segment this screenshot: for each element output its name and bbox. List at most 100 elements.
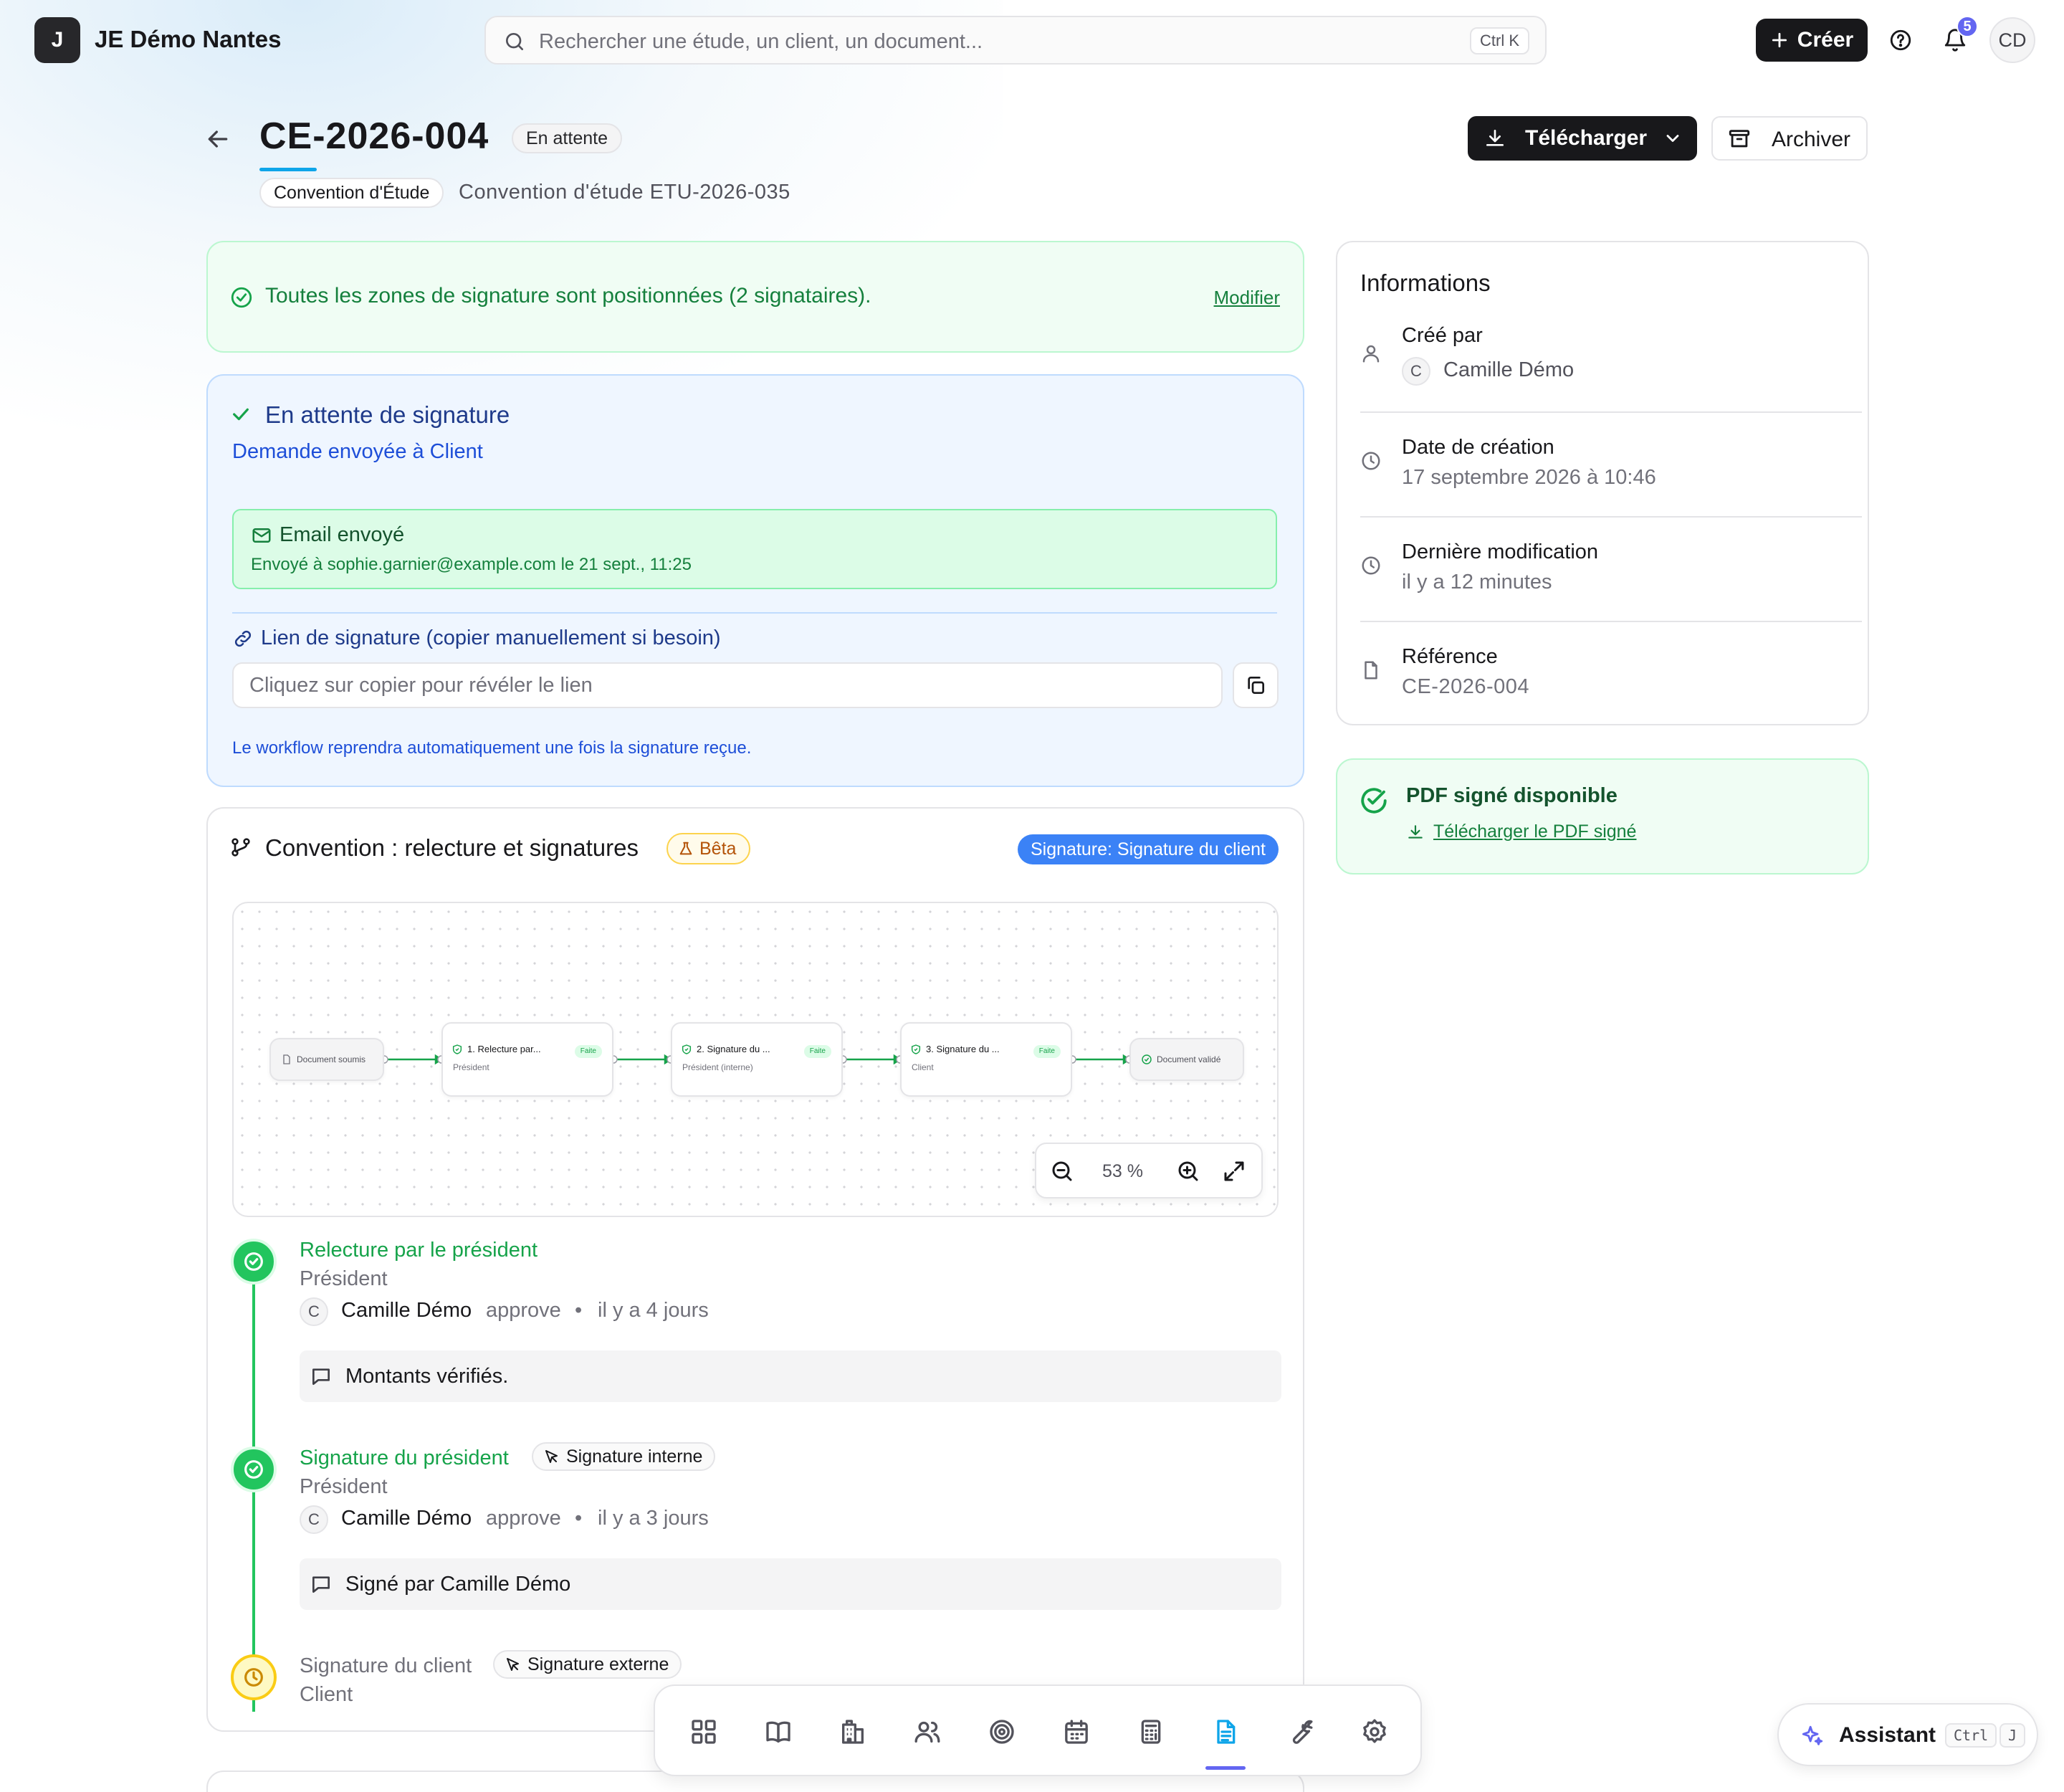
users-icon[interactable] — [907, 1712, 947, 1752]
signed-pdf-title: PDF signé disponible — [1406, 784, 1618, 807]
search-input[interactable]: Rechercher une étude, un client, un docu… — [484, 16, 1547, 65]
step-comment: Signé par Camille Démo — [300, 1558, 1281, 1610]
workflow-canvas[interactable]: Document soumis 1. Relecture par... Prés… — [232, 902, 1279, 1217]
pending-subtitle: Demande envoyée à Client — [232, 440, 483, 463]
git-branch-icon — [229, 836, 252, 859]
download-button[interactable]: Télécharger — [1468, 116, 1697, 161]
title-underline — [259, 168, 317, 171]
copy-button[interactable] — [1233, 662, 1279, 708]
page-title: CE-2026-004 — [259, 115, 489, 157]
created-by-value: Camille Démo — [1443, 358, 1575, 381]
download-signed-pdf-link[interactable]: Télécharger le PDF signé — [1433, 821, 1636, 842]
step-action: approve — [486, 1507, 561, 1530]
assistant-button[interactable]: Assistant Ctrl J — [1777, 1703, 2038, 1766]
search-shortcut: Ctrl K — [1470, 27, 1529, 54]
building-icon[interactable] — [833, 1712, 873, 1752]
info-card: Informations Créé par C Camille Démo Dat… — [1336, 241, 1869, 725]
flow-node-client-signature[interactable]: 3. Signature du ... Client Faite — [900, 1022, 1072, 1097]
clock-icon — [242, 1666, 265, 1689]
download-icon — [1484, 127, 1506, 150]
status-badge: En attente — [512, 123, 622, 153]
mail-icon — [251, 525, 272, 546]
back-button[interactable] — [204, 125, 232, 153]
email-detail: Envoyé à sophie.garnier@example.com le 2… — [251, 555, 692, 574]
step-action: approve — [486, 1299, 561, 1322]
signature-link-field[interactable]: Cliquez sur copier pour révéler le lien — [232, 662, 1223, 708]
signature-type-label: Signature interne — [566, 1447, 703, 1467]
step-actor: Camille Démo — [341, 1507, 472, 1530]
step-title: Signature du client — [300, 1654, 472, 1677]
check-circle-icon — [1141, 1054, 1152, 1065]
chevron-down-icon — [1663, 128, 1683, 148]
flask-icon — [678, 841, 694, 857]
created-by-label: Créé par — [1402, 324, 1483, 347]
shortcut-key: J — [2000, 1723, 2026, 1748]
step-done-indicator — [231, 1447, 277, 1492]
sparkles-icon — [1800, 1724, 1825, 1748]
settings-icon[interactable] — [1354, 1712, 1395, 1752]
document-icon[interactable] — [1205, 1712, 1246, 1752]
step-role: Président — [300, 1475, 388, 1498]
modify-link[interactable]: Modifier — [1214, 287, 1280, 309]
dashboard-icon[interactable] — [684, 1712, 724, 1752]
flow-node-title: Document soumis — [297, 1054, 366, 1064]
step-time: il y a 4 jours — [598, 1299, 709, 1322]
clock-icon — [1360, 555, 1382, 576]
archive-button[interactable]: Archiver — [1711, 116, 1868, 161]
app-name[interactable]: JE Démo Nantes — [95, 26, 281, 53]
flow-node-end[interactable]: Document validé — [1129, 1038, 1244, 1081]
step-pending-indicator — [231, 1654, 277, 1700]
flow-node-review[interactable]: 1. Relecture par... Président Faite — [441, 1022, 613, 1097]
step-title: Relecture par le président — [300, 1239, 538, 1262]
doc-type-badge: Convention d'Étude — [259, 178, 444, 208]
calendar-icon[interactable] — [1056, 1712, 1096, 1752]
workflow-card: Convention : relecture et signatures Bêt… — [206, 807, 1304, 1732]
search-icon — [503, 30, 526, 53]
creator-avatar: C — [1402, 357, 1430, 386]
search-placeholder: Rechercher une étude, un client, un docu… — [539, 30, 983, 53]
book-icon[interactable] — [758, 1712, 798, 1752]
current-step-badge: Signature: Signature du client — [1018, 834, 1279, 864]
flow-node-subtitle: Président (interne) — [682, 1062, 753, 1072]
target-icon[interactable] — [982, 1712, 1022, 1752]
created-date-value: 17 septembre 2026 à 10:46 — [1402, 466, 1656, 489]
step-role: Président — [300, 1267, 388, 1290]
comment-icon — [310, 1365, 333, 1388]
check-circle-icon — [1359, 786, 1389, 816]
notification-badge: 5 — [1956, 16, 1978, 37]
signed-pdf-card: PDF signé disponible Télécharger le PDF … — [1336, 758, 1869, 874]
file-icon — [281, 1054, 292, 1065]
reference-label: Référence — [1402, 645, 1498, 668]
file-icon — [1360, 659, 1382, 681]
signature-type-badge: Signature interne — [532, 1442, 716, 1471]
archive-icon — [1727, 127, 1752, 151]
zoom-in-icon[interactable] — [1175, 1158, 1201, 1184]
calculator-icon[interactable] — [1131, 1712, 1171, 1752]
signature-link-title: Lien de signature (copier manuellement s… — [261, 626, 721, 649]
wrench-icon[interactable] — [1280, 1712, 1320, 1752]
modified-value: il y a 12 minutes — [1402, 571, 1552, 594]
modified-label: Dernière modification — [1402, 540, 1599, 563]
flow-node-subtitle: Client — [912, 1062, 934, 1072]
create-button[interactable]: Créer — [1756, 19, 1868, 62]
help-button[interactable] — [1881, 20, 1921, 60]
step-comment: Montants vérifiés. — [300, 1350, 1281, 1402]
help-icon — [1888, 28, 1913, 52]
flow-node-title: 1. Relecture par... — [467, 1044, 541, 1054]
zones-banner: Toutes les zones de signature sont posit… — [206, 241, 1304, 353]
pending-title: En attente de signature — [265, 401, 510, 428]
expand-icon[interactable] — [1221, 1158, 1247, 1184]
shield-check-icon — [910, 1044, 922, 1055]
plus-icon — [1770, 31, 1789, 49]
app-logo[interactable]: J — [34, 17, 80, 63]
clock-icon — [1360, 450, 1382, 472]
zoom-out-icon[interactable] — [1049, 1158, 1075, 1184]
step-separator: • — [575, 1299, 583, 1322]
flow-node-start[interactable]: Document soumis — [269, 1038, 384, 1081]
flow-node-title: 3. Signature du ... — [926, 1044, 1000, 1054]
create-label: Créer — [1797, 28, 1854, 52]
user-avatar[interactable]: CD — [1989, 17, 2035, 63]
step-actor: Camille Démo — [341, 1299, 472, 1322]
flow-node-president-signature[interactable]: 2. Signature du ... Président (interne) … — [671, 1022, 843, 1097]
archive-label: Archiver — [1772, 128, 1851, 151]
